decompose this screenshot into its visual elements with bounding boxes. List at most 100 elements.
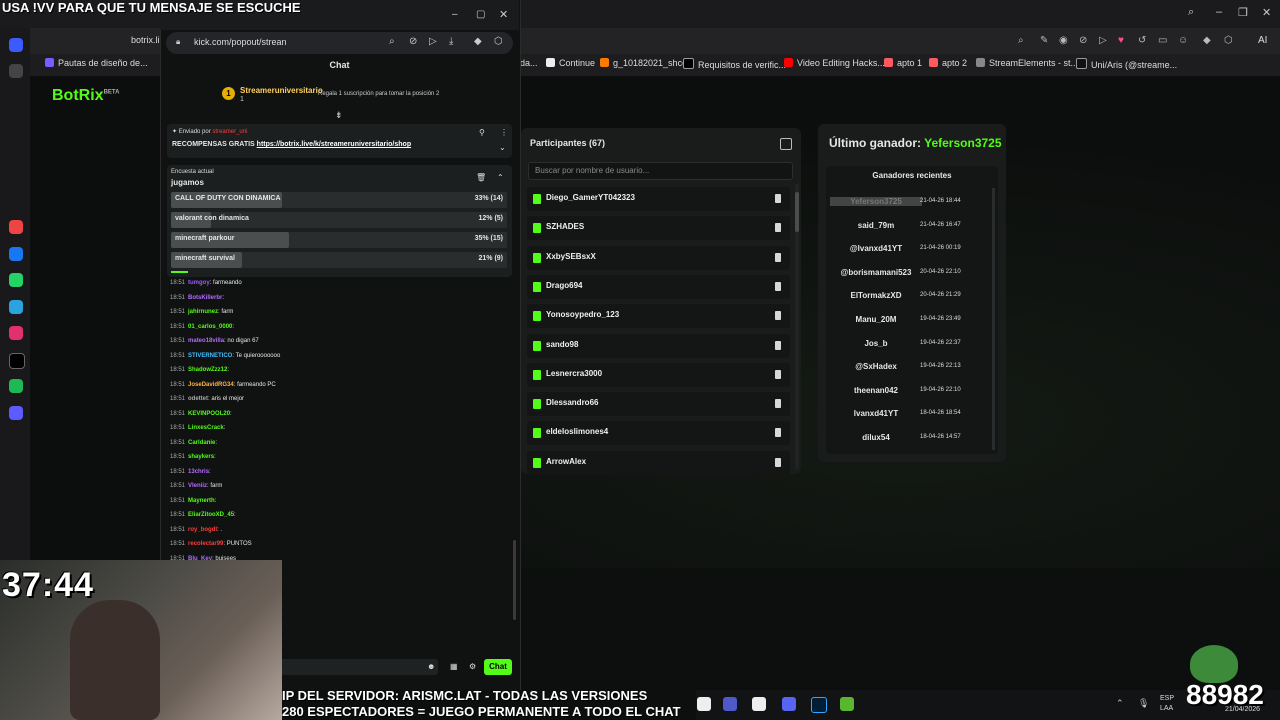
minecraft-icon[interactable] xyxy=(840,697,854,711)
message-username[interactable]: KEVINPOOL20 xyxy=(188,411,230,417)
ai-button[interactable]: AI xyxy=(1258,35,1267,46)
pin-icon[interactable]: ⚲ xyxy=(479,128,485,137)
shield-icon[interactable]: ⊘ xyxy=(409,36,417,47)
emoji-icon[interactable]: ☻ xyxy=(427,662,435,671)
bookmark-item[interactable]: Video Editing Hacks... xyxy=(784,58,885,68)
copy-icon[interactable] xyxy=(780,138,792,150)
message-username[interactable]: Vleniiz xyxy=(188,483,207,489)
chevron-up-icon[interactable]: ⌃ xyxy=(497,173,504,182)
delete-icon[interactable] xyxy=(775,340,781,350)
message-username[interactable]: EliarZitooXD_45 xyxy=(188,512,234,518)
participant-row[interactable]: ArrowAlex xyxy=(527,450,790,475)
message-username[interactable]: STIVERNETICO xyxy=(188,353,232,359)
delete-icon[interactable] xyxy=(775,311,781,321)
participant-row[interactable]: Yonosoypedro_123 xyxy=(527,304,790,329)
participant-row[interactable]: SZHADES xyxy=(527,216,790,241)
teams-icon[interactable] xyxy=(723,697,737,711)
extensions-icon[interactable]: ⬡ xyxy=(494,36,503,47)
poll-option[interactable]: minecraft survival 21% (9) xyxy=(171,252,507,268)
file-icon[interactable] xyxy=(697,697,711,711)
message-username[interactable]: tumgoy xyxy=(188,280,210,286)
maximize-icon[interactable]: ▢ xyxy=(476,9,485,20)
participant-row[interactable]: XxbySEBsxX xyxy=(527,245,790,270)
pinned-link[interactable]: https://botrix.live/k/streameruniversita… xyxy=(257,141,411,148)
participants-scrollbar[interactable] xyxy=(795,184,799,469)
message-username[interactable]: BotsKillerbr xyxy=(188,295,222,301)
minimize-icon[interactable]: – xyxy=(1216,6,1222,18)
message-username[interactable]: jahirnunez xyxy=(188,309,218,315)
microphone-icon[interactable]: 🎙︎ xyxy=(1138,698,1149,709)
delete-icon[interactable] xyxy=(775,252,781,262)
close-icon[interactable]: ✕ xyxy=(499,8,508,21)
delete-icon[interactable] xyxy=(775,223,781,233)
delete-icon[interactable] xyxy=(775,369,781,379)
wallet-icon[interactable]: ◆ xyxy=(1203,35,1211,46)
message-username[interactable]: Maynerth xyxy=(188,498,215,504)
message-username[interactable]: ShadowZzz12 xyxy=(188,367,227,373)
poll-option[interactable]: valorant con dinamica 12% (5) xyxy=(171,212,507,228)
chevron-down-icon[interactable]: ⌄ xyxy=(499,143,506,152)
botrix-logo[interactable]: BotRixBETA xyxy=(52,87,119,105)
search-icon[interactable]: ⌕ xyxy=(1018,35,1024,46)
bookmark-item[interactable]: StreamElements - st... xyxy=(976,58,1078,68)
edit-icon[interactable]: ✎ xyxy=(1040,35,1048,46)
discord-icon[interactable] xyxy=(782,697,796,711)
recent-winners-scrollbar[interactable] xyxy=(992,188,995,450)
delete-icon[interactable]: 🗑︎ xyxy=(476,173,486,182)
settings-icon[interactable]: ⚙ xyxy=(469,662,476,671)
bookmark-item[interactable]: Requisitos de verific... xyxy=(683,58,786,70)
participant-row[interactable]: Lesnercra3000 xyxy=(527,362,790,387)
top-gifter-name[interactable]: Streameruniversitario xyxy=(240,86,323,95)
participant-row[interactable]: Dlessandro66 xyxy=(527,392,790,417)
spotify-icon[interactable] xyxy=(9,379,23,393)
gift-sub-note[interactable]: Regala 1 suscripción para tomar la posic… xyxy=(318,91,439,97)
search-icon[interactable]: ⌕ xyxy=(1188,6,1194,19)
bookmark-item[interactable]: Uni/Aris (@streame... xyxy=(1076,58,1177,70)
delete-icon[interactable] xyxy=(775,428,781,438)
participant-row[interactable]: eldeloslimones4 xyxy=(527,421,790,446)
messenger-icon[interactable] xyxy=(9,247,23,261)
heart-icon[interactable]: ♥ xyxy=(1118,35,1124,46)
message-username[interactable]: 01_carlos_0000 xyxy=(188,324,232,330)
message-username[interactable]: 13chris xyxy=(188,469,209,475)
star-icon[interactable] xyxy=(9,64,23,78)
message-username[interactable]: JoseDavidRG34 xyxy=(188,382,234,388)
bookmark-item[interactable]: Continue xyxy=(546,58,595,68)
participant-row[interactable]: sando98 xyxy=(527,333,790,358)
history-icon[interactable]: ↺ xyxy=(1138,35,1146,46)
wallet-icon[interactable]: ◆ xyxy=(474,36,482,47)
instagram-icon[interactable] xyxy=(9,326,23,340)
play-icon[interactable]: ▷ xyxy=(429,36,437,47)
delete-icon[interactable] xyxy=(775,194,781,203)
popout-url[interactable]: kick.com/popout/strean xyxy=(194,37,287,47)
camera-icon[interactable]: ◉ xyxy=(1059,35,1068,46)
participant-row[interactable]: Diego_GamerYT042323 xyxy=(527,187,790,211)
x-icon[interactable] xyxy=(9,353,25,369)
message-username[interactable]: odettet xyxy=(188,396,208,402)
message-username[interactable]: LinxesCrack xyxy=(188,425,224,431)
download-icon[interactable]: ⤓ xyxy=(449,36,453,47)
telegram-icon[interactable] xyxy=(9,300,23,314)
message-username[interactable]: roy_bogdl xyxy=(188,527,217,533)
message-username[interactable]: recolectar99 xyxy=(188,541,223,547)
profile-icon[interactable]: ☺ xyxy=(1178,35,1188,46)
sidebar-icon[interactable]: ▭ xyxy=(1158,35,1167,46)
more-options-icon[interactable]: ⋮ xyxy=(500,128,508,137)
bookmark-item[interactable]: apto 2 xyxy=(929,58,967,68)
gift-icon[interactable]: ▦ xyxy=(450,662,458,671)
shield-icon[interactable]: ⊘ xyxy=(1079,35,1087,46)
restore-icon[interactable]: ❐ xyxy=(1238,6,1248,19)
send-chat-button[interactable]: Chat xyxy=(484,659,512,675)
tab-partial[interactable]: botrix.li xyxy=(131,35,160,45)
poll-option[interactable]: minecraft parkour 35% (15) xyxy=(171,232,507,248)
bookmark-item[interactable]: g_10182021_shcc xyxy=(600,58,687,68)
message-username[interactable]: shaykers xyxy=(188,454,214,460)
close-icon[interactable]: ✕ xyxy=(1262,6,1271,19)
participant-search-input[interactable]: Buscar por nombre de usuario... xyxy=(528,162,793,180)
delete-icon[interactable] xyxy=(775,399,781,409)
home-icon[interactable] xyxy=(9,38,23,52)
participant-row[interactable]: Drago694 xyxy=(527,274,790,299)
chat-scrollbar[interactable] xyxy=(513,540,516,620)
poll-option[interactable]: CALL OF DUTY CON DINAMICA 33% (14) xyxy=(171,192,507,208)
message-username[interactable]: mateo18villa xyxy=(188,338,224,344)
